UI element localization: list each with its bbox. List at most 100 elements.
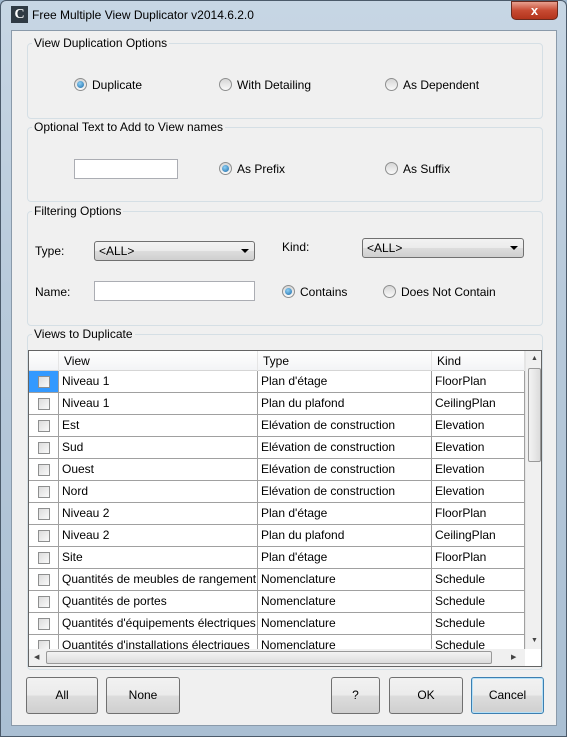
row-checkbox[interactable] <box>38 618 50 630</box>
help-button[interactable]: ? <box>331 677 380 714</box>
cell-type[interactable]: Plan d'étage <box>258 547 432 569</box>
scroll-up-icon[interactable]: ▲ <box>531 355 538 362</box>
radio-with-detailing[interactable] <box>219 78 232 91</box>
cell-view[interactable]: Niveau 1 <box>59 393 258 415</box>
cell-type[interactable]: Plan du plafond <box>258 525 432 547</box>
kind-dropdown[interactable]: <ALL> <box>362 238 524 258</box>
cell-kind[interactable]: Schedule <box>432 591 525 613</box>
ok-button[interactable]: OK <box>389 677 463 714</box>
row-checkbox[interactable] <box>38 442 50 454</box>
radio-label: As Suffix <box>403 162 451 176</box>
radio-contains[interactable] <box>282 285 295 298</box>
radio-label: Contains <box>300 285 348 299</box>
optional-text-input[interactable] <box>74 159 178 179</box>
cell-view[interactable]: Niveau 2 <box>59 503 258 525</box>
kind-value: <ALL> <box>367 241 403 255</box>
row-checkbox[interactable] <box>38 420 50 432</box>
cell-type[interactable]: Nomenclature <box>258 613 432 635</box>
cell-kind[interactable]: Schedule <box>432 613 525 635</box>
cell-kind[interactable]: CeilingPlan <box>432 393 525 415</box>
cancel-button[interactable]: Cancel <box>471 677 544 714</box>
cell-view[interactable]: Niveau 2 <box>59 525 258 547</box>
cell-type[interactable]: Nomenclature <box>258 591 432 613</box>
cell-kind[interactable]: Elevation <box>432 481 525 503</box>
header-type[interactable]: Type <box>258 351 432 371</box>
type-dropdown[interactable]: <ALL> <box>94 241 255 261</box>
cell-view[interactable]: Quantités de meubles de rangement <box>59 569 258 591</box>
scroll-right-icon[interactable]: ▶ <box>511 653 516 661</box>
radio-as-prefix[interactable] <box>219 162 232 175</box>
cell-view[interactable]: Ouest <box>59 459 258 481</box>
radio-as-dependent[interactable] <box>385 78 398 91</box>
cell-type[interactable]: Plan du plafond <box>258 393 432 415</box>
table-row[interactable]: Quantités de meubles de rangement Nomencl… <box>29 569 525 591</box>
horizontal-scrollbar[interactable]: ◀ ▶ <box>29 649 525 666</box>
select-all-button[interactable]: All <box>26 677 98 714</box>
row-checkbox-cell <box>29 591 59 613</box>
row-checkbox[interactable] <box>38 464 50 476</box>
cell-view[interactable]: Niveau 1 <box>59 371 258 393</box>
cell-type[interactable]: Elévation de construction <box>258 481 432 503</box>
cell-kind[interactable]: Schedule <box>432 569 525 591</box>
cell-kind[interactable]: FloorPlan <box>432 547 525 569</box>
table-row[interactable]: Niveau 2 Plan d'étage FloorPlan <box>29 503 525 525</box>
cell-type[interactable]: Nomenclature <box>258 569 432 591</box>
cell-type[interactable]: Plan d'étage <box>258 503 432 525</box>
cell-type[interactable]: Elévation de construction <box>258 415 432 437</box>
cell-view[interactable]: Nord <box>59 481 258 503</box>
table-row[interactable]: Nord Elévation de construction Elevation <box>29 481 525 503</box>
cell-view[interactable]: Est <box>59 415 258 437</box>
cell-type[interactable]: Elévation de construction <box>258 437 432 459</box>
group-label: Optional Text to Add to View names <box>32 120 226 134</box>
cell-type[interactable]: Plan d'étage <box>258 371 432 393</box>
radio-does-not-contain[interactable] <box>383 285 396 298</box>
type-value: <ALL> <box>99 244 135 258</box>
table-row[interactable]: Quantités de portes Nomenclature Schedule <box>29 591 525 613</box>
row-checkbox-cell <box>29 547 59 569</box>
table-row[interactable]: Niveau 1 Plan du plafond CeilingPlan <box>29 393 525 415</box>
row-checkbox[interactable] <box>38 574 50 586</box>
row-checkbox[interactable] <box>38 486 50 498</box>
row-checkbox[interactable] <box>38 508 50 520</box>
cell-view[interactable]: Site <box>59 547 258 569</box>
row-checkbox[interactable] <box>38 398 50 410</box>
row-checkbox-cell <box>29 393 59 415</box>
row-checkbox[interactable] <box>38 596 50 608</box>
select-none-button[interactable]: None <box>106 677 180 714</box>
scroll-down-icon[interactable]: ▼ <box>531 637 538 644</box>
vertical-scrollbar[interactable]: ▲ ▼ <box>525 351 541 649</box>
cell-kind[interactable]: FloorPlan <box>432 371 525 393</box>
table-row[interactable]: Niveau 1 Plan d'étage FloorPlan <box>29 371 525 393</box>
cell-view[interactable]: Quantités d'équipements électriques <box>59 613 258 635</box>
table-row[interactable]: Site Plan d'étage FloorPlan <box>29 547 525 569</box>
scroll-thumb[interactable] <box>46 651 492 664</box>
radio-as-suffix[interactable] <box>385 162 398 175</box>
chevron-down-icon <box>241 249 249 253</box>
cell-type[interactable]: Elévation de construction <box>258 459 432 481</box>
header-view[interactable]: View <box>59 351 258 371</box>
radio-duplicate[interactable] <box>74 78 87 91</box>
cell-kind[interactable]: Elevation <box>432 415 525 437</box>
row-checkbox[interactable] <box>38 376 50 388</box>
cell-kind[interactable]: FloorPlan <box>432 503 525 525</box>
close-button[interactable]: x <box>511 1 558 20</box>
scroll-left-icon[interactable]: ◀ <box>34 653 39 661</box>
row-checkbox[interactable] <box>38 530 50 542</box>
table-row[interactable]: Sud Elévation de construction Elevation <box>29 437 525 459</box>
table-row[interactable]: Est Elévation de construction Elevation <box>29 415 525 437</box>
cell-view[interactable]: Sud <box>59 437 258 459</box>
table-row[interactable]: Quantités d'équipements électriques Nomen… <box>29 613 525 635</box>
cell-kind[interactable]: Elevation <box>432 459 525 481</box>
row-checkbox-cell <box>29 525 59 547</box>
table-row[interactable]: Niveau 2 Plan du plafond CeilingPlan <box>29 525 525 547</box>
cell-view[interactable]: Quantités de portes <box>59 591 258 613</box>
cell-kind[interactable]: CeilingPlan <box>432 525 525 547</box>
scroll-thumb[interactable] <box>528 368 541 462</box>
header-checkbox <box>29 351 59 371</box>
cell-kind[interactable]: Elevation <box>432 437 525 459</box>
radio-label: Duplicate <box>92 78 143 92</box>
header-kind[interactable]: Kind <box>432 351 525 371</box>
table-row[interactable]: Ouest Elévation de construction Elevation <box>29 459 525 481</box>
name-filter-input[interactable] <box>94 281 255 301</box>
row-checkbox[interactable] <box>38 552 50 564</box>
